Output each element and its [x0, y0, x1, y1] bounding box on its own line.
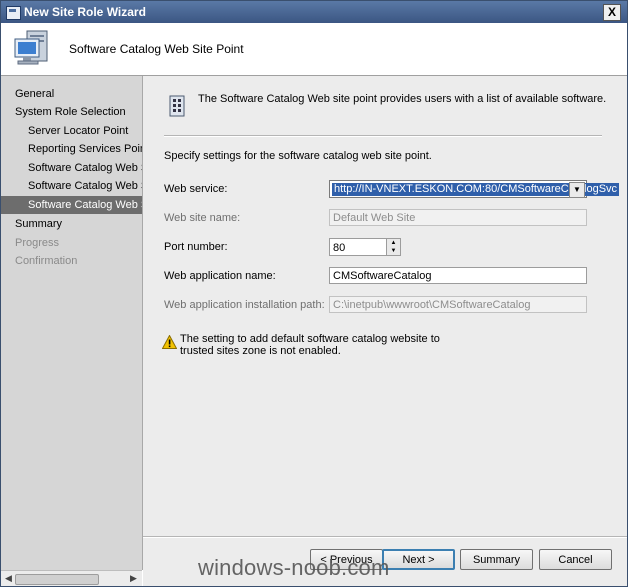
- web-service-dropdown[interactable]: http://IN-VNEXT.ESKON.COM:80/CMSoftwareC…: [329, 180, 620, 198]
- web-app-name-field[interactable]: CMSoftwareCatalog: [329, 267, 587, 284]
- web-service-label: Web service:: [164, 183, 228, 195]
- divider: [164, 135, 602, 137]
- window-title: New Site Role Wizard: [24, 5, 146, 19]
- nav-item-software-catalog-web-site[interactable]: Software Catalog Web Site: [1, 196, 142, 214]
- spin-down-icon[interactable]: ▼: [387, 247, 400, 255]
- nav-item-system-role-selection[interactable]: System Role Selection: [1, 103, 142, 121]
- wizard-nav: General System Role Selection Server Loc…: [1, 76, 143, 570]
- nav-item-confirmation: Confirmation: [15, 255, 78, 267]
- warning-text: The setting to add default software cata…: [180, 333, 440, 357]
- nav-item-summary[interactable]: Summary: [1, 215, 142, 233]
- window-icon: [6, 6, 21, 20]
- web-app-path-field: C:\inetpub\wwwroot\CMSoftwareCatalog: [329, 296, 587, 313]
- web-site-name-label: Web site name:: [164, 212, 241, 224]
- spin-buttons[interactable]: ▲ ▼: [386, 239, 400, 255]
- nav-horizontal-scrollbar[interactable]: ◀ ▶: [1, 570, 142, 586]
- wizard-header: Software Catalog Web Site Point: [1, 23, 627, 76]
- title-bar[interactable]: New Site Role Wizard X: [1, 1, 627, 23]
- summary-button[interactable]: Summary: [460, 549, 533, 570]
- nav-item-general[interactable]: General: [1, 85, 142, 103]
- nav-item-software-catalog-web-service-2[interactable]: Software Catalog Web Ser: [1, 177, 142, 195]
- watermark: windows-noob.com: [198, 555, 390, 580]
- scroll-right-icon[interactable]: ▶: [128, 573, 139, 584]
- web-app-path-label: Web application installation path:: [164, 299, 325, 311]
- port-number-value: 80: [333, 242, 346, 254]
- port-number-stepper[interactable]: 80 ▲ ▼: [329, 238, 401, 256]
- chevron-down-icon[interactable]: ▼: [569, 182, 585, 198]
- nav-item-progress: Progress: [15, 237, 60, 249]
- port-number-label: Port number:: [164, 241, 228, 253]
- scroll-left-icon[interactable]: ◀: [3, 573, 14, 584]
- nav-item-reporting-services-point[interactable]: Reporting Services Point: [1, 140, 142, 158]
- wizard-content: The Software Catalog Web site point prov…: [143, 76, 627, 586]
- web-site-name-field: Default Web Site: [329, 209, 587, 226]
- instructions-text: Specify settings for the software catalo…: [164, 150, 432, 162]
- page-title: Software Catalog Web Site Point: [69, 42, 244, 56]
- web-app-name-label: Web application name:: [164, 270, 276, 282]
- scroll-thumb[interactable]: [15, 574, 99, 585]
- warning-icon: [162, 335, 177, 349]
- computer-icon: [14, 30, 48, 65]
- wizard-window: New Site Role Wizard X Software Catalog …: [0, 0, 628, 587]
- nav-item-server-locator-point[interactable]: Server Locator Point: [1, 122, 142, 140]
- close-button[interactable]: X: [603, 4, 621, 21]
- intro-text: The Software Catalog Web site point prov…: [198, 93, 607, 105]
- cancel-button[interactable]: Cancel: [539, 549, 612, 570]
- button-divider: [143, 536, 627, 538]
- next-button[interactable]: Next >: [382, 549, 455, 570]
- nav-item-software-catalog-web-service-1[interactable]: Software Catalog Web Ser: [1, 159, 142, 177]
- spin-up-icon[interactable]: ▲: [387, 239, 400, 247]
- server-icon: [169, 95, 185, 117]
